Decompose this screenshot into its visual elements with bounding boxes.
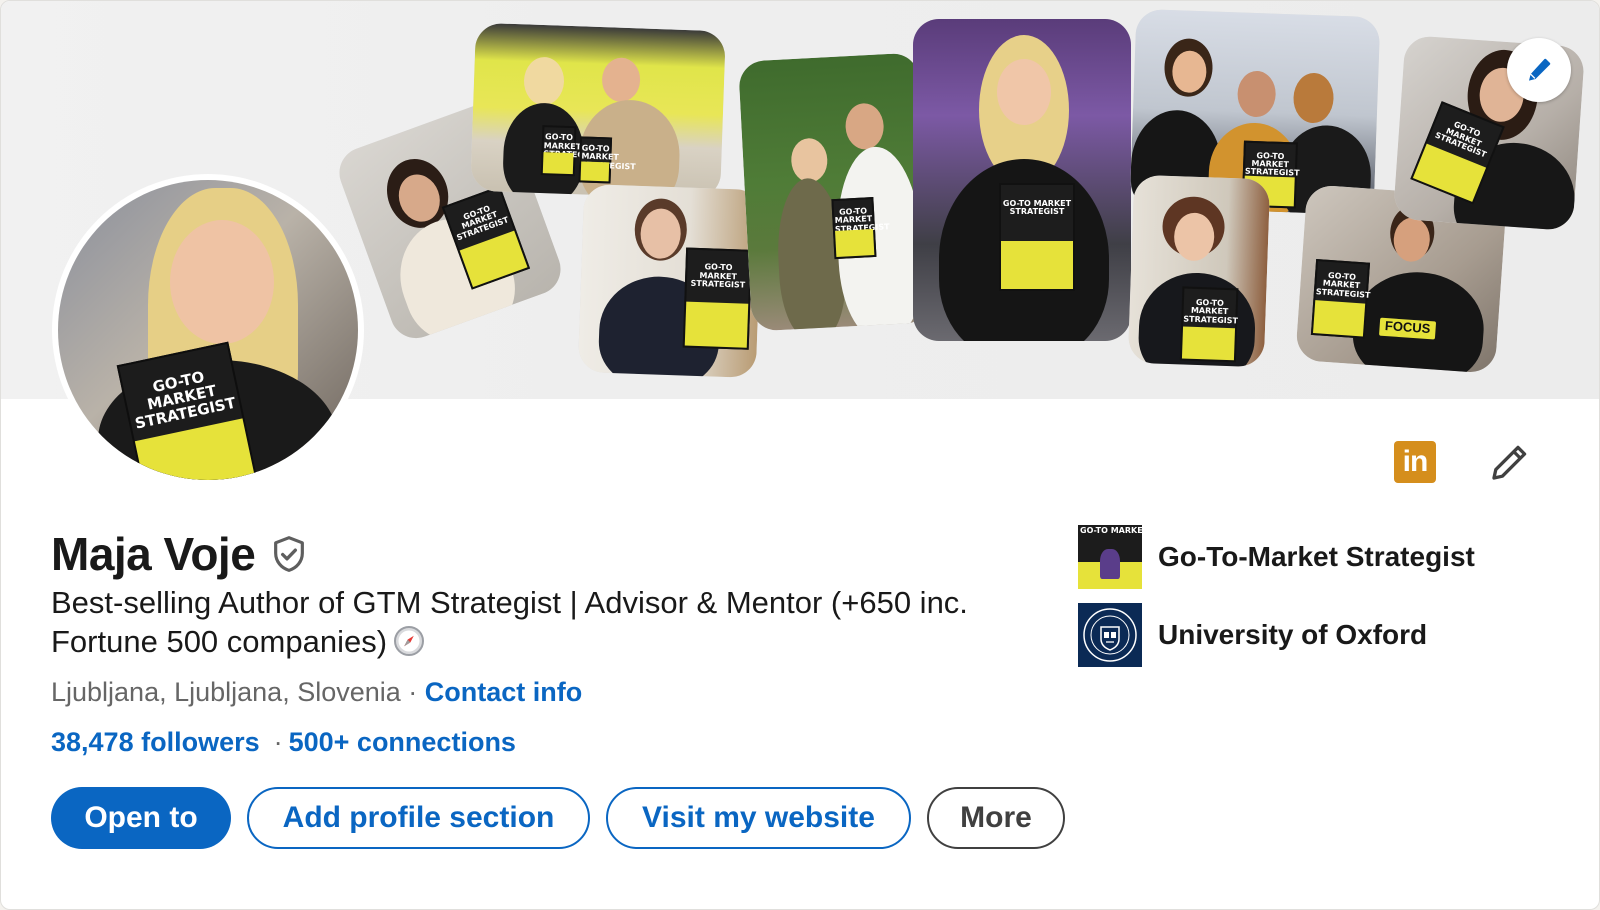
connections-link[interactable]: 500+ connections [289,727,516,757]
location-row: Ljubljana, Ljubljana, Slovenia · Contact… [51,677,582,708]
linkedin-badge-text: in [1402,445,1429,478]
profile-name: Maja Voje [51,528,256,580]
stats-separator: · [273,727,283,757]
compass-icon [394,626,425,656]
location-text: Ljubljana, Ljubljana, Slovenia [51,677,401,707]
banner-photo: GO-TO MARKET STRATEGIST [913,19,1131,341]
education-label: University of Oxford [1158,619,1428,650]
edit-profile-button[interactable] [1487,441,1531,485]
oxford-seal-graphic [1083,608,1137,662]
book-cover-text: GO-TO MARKET STRATEGIST [1002,198,1072,216]
verified-shield-icon[interactable] [269,533,309,575]
banner-photo: GO-TO MARKET STRATEGIST GO-TO MARKET STR… [470,22,726,200]
oxford-crest-icon [1078,603,1142,667]
location-separator: · [408,677,418,707]
banner-photo: GO-TO MARKET STRATEGIST [738,52,932,332]
avatar-photo: GO-TO MARKET STRATEGIST [58,180,358,480]
book-cover-text: GO-TO MARKET STRATEGIST [690,262,746,290]
book-cover-text: GO-TO MARKET STRATEGIST [1080,526,1142,535]
book-cover-text: GO-TO MARKET STRATEGIST [455,203,510,242]
book-cover-text: GO-TO MARKET STRATEGIST [1315,270,1371,300]
profile-headline: Best-selling Author of GTM Strategist | … [51,583,1051,661]
book-cover-text: GO-TO MARKET STRATEGIST [543,132,599,161]
add-profile-section-button[interactable]: Add profile section [247,787,590,849]
book-cover-text: GO-TO MARKET STRATEGIST [580,143,636,172]
headline-line-2: Fortune 500 companies) [51,624,388,659]
book-logo-icon: GO-TO MARKET STRATEGIST [1078,525,1142,589]
banner-photo: GO-TO MARKET STRATEGIST [1127,174,1271,368]
book-cover-text: GO-TO MARKET STRATEGIST [1244,150,1300,179]
visit-website-button[interactable]: Visit my website [606,787,911,849]
book-cover-text: GO-TO MARKET STRATEGIST [133,367,238,433]
linkedin-icon[interactable]: in [1394,441,1436,483]
banner-photo: GO-TO MARKET STRATEGIST [577,183,763,379]
education-link[interactable]: University of Oxford [1078,603,1427,667]
profile-avatar[interactable]: GO-TO MARKET STRATEGIST [52,174,364,486]
pencil-icon [1529,58,1551,81]
headline-line-1: Best-selling Author of GTM Strategist | … [51,585,968,620]
book-cover-text: GO-TO MARKET STRATEGIST [834,206,890,234]
followers-link[interactable]: 38,478 followers [51,727,260,757]
stats-row: 38,478 followers · 500+ connections [51,727,516,758]
pencil-icon [1492,445,1527,480]
book-cover-text: GO-TO MARKET STRATEGIST [1183,297,1239,325]
open-to-button[interactable]: Open to [51,787,231,849]
contact-info-link[interactable]: Contact info [425,677,582,707]
more-button[interactable]: More [927,787,1065,849]
edit-banner-button[interactable] [1507,38,1571,102]
current-position-link[interactable]: GO-TO MARKET STRATEGIST Go-To-Market Str… [1078,525,1475,589]
focus-tag: FOCUS [1378,317,1437,340]
book-cover-text: GO-TO MARKET STRATEGIST [1433,119,1488,160]
profile-card: GO-TO MARKET STRATEGIST GO-TO MARKET STR… [0,0,1600,910]
current-position-label: Go-To-Market Strategist [1158,541,1475,572]
